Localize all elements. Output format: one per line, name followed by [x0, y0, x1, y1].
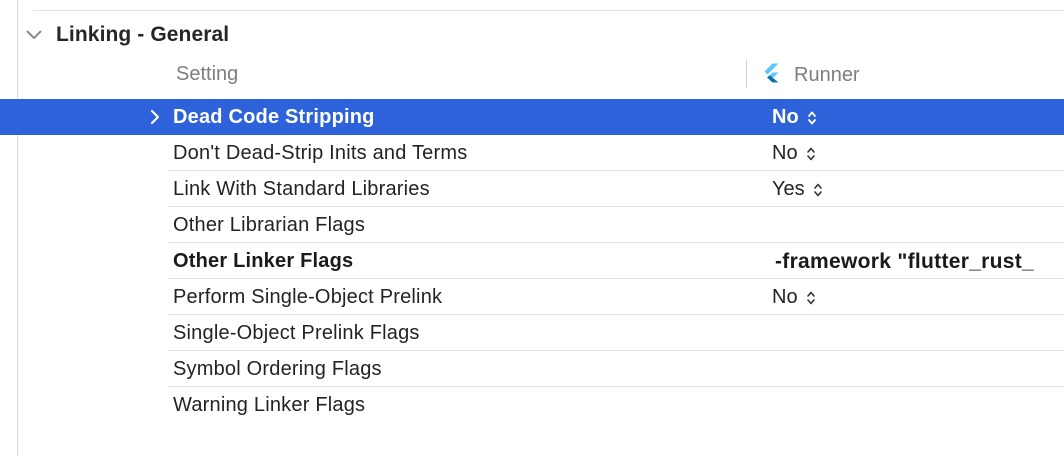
stepper-icon — [806, 145, 818, 163]
column-divider[interactable] — [746, 60, 747, 88]
section-header-linking-general[interactable]: Linking - General — [24, 22, 229, 48]
setting-row-dead-code-stripping[interactable]: Dead Code Stripping No — [0, 99, 1064, 135]
chevron-down-icon[interactable] — [24, 25, 44, 45]
setting-row-perform-single-object-prelink[interactable]: Perform Single-Object Prelink No — [0, 279, 1064, 315]
setting-value: No — [772, 286, 798, 308]
runner-label: Runner — [794, 63, 860, 86]
setting-row-dont-dead-strip-inits[interactable]: Don't Dead-Strip Inits and Terms No — [0, 135, 1064, 171]
stepper-icon — [807, 109, 819, 127]
section-title: Linking - General — [56, 23, 230, 46]
column-header: Setting Runner — [168, 58, 1064, 92]
column-header-runner[interactable]: Runner — [762, 62, 860, 88]
setting-row-warning-linker-flags[interactable]: Warning Linker Flags — [0, 387, 1064, 423]
setting-name: Warning Linker Flags — [173, 394, 366, 416]
setting-name: Other Librarian Flags — [173, 214, 366, 236]
chevron-right-icon[interactable] — [146, 107, 164, 127]
setting-name: Other Linker Flags — [173, 250, 354, 272]
setting-name: Symbol Ordering Flags — [173, 358, 382, 380]
flutter-icon — [762, 63, 780, 88]
setting-value-popup[interactable]: No — [772, 106, 819, 129]
setting-name: Don't Dead-Strip Inits and Terms — [173, 142, 468, 164]
setting-value-popup[interactable]: No — [772, 142, 818, 165]
top-separator — [33, 10, 1064, 11]
column-header-setting[interactable]: Setting — [176, 63, 238, 86]
setting-name: Perform Single-Object Prelink — [173, 286, 443, 308]
setting-value: Yes — [772, 178, 805, 200]
stepper-icon — [806, 289, 818, 307]
setting-row-symbol-ordering-flags[interactable]: Symbol Ordering Flags — [0, 351, 1064, 387]
setting-name: Single-Object Prelink Flags — [173, 322, 420, 344]
setting-value[interactable]: -framework "flutter_rust_ — [775, 250, 1034, 274]
stepper-icon — [813, 181, 825, 199]
settings-list: Dead Code Stripping No Don't Dead-Strip … — [0, 99, 1064, 423]
setting-value-popup[interactable]: No — [772, 286, 818, 309]
setting-row-single-object-prelink-flags[interactable]: Single-Object Prelink Flags — [0, 315, 1064, 351]
setting-value-popup[interactable]: Yes — [772, 178, 825, 201]
setting-name: Link With Standard Libraries — [173, 178, 430, 200]
setting-value: No — [772, 106, 799, 128]
setting-name: Dead Code Stripping — [173, 106, 375, 128]
setting-row-other-librarian-flags[interactable]: Other Librarian Flags — [0, 207, 1064, 243]
setting-value: No — [772, 142, 798, 164]
setting-row-link-with-standard-libraries[interactable]: Link With Standard Libraries Yes — [0, 171, 1064, 207]
setting-row-other-linker-flags[interactable]: Other Linker Flags -framework "flutter_r… — [0, 243, 1064, 279]
